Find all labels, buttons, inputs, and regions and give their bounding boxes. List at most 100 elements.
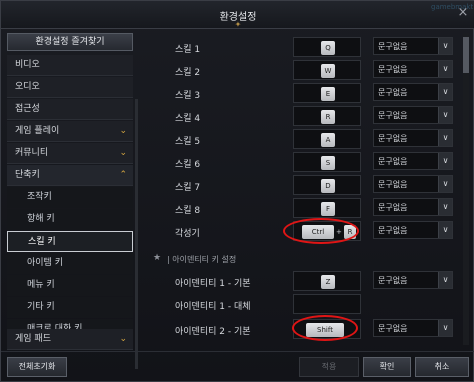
action-dropdown[interactable]: 문구없음 ∨ xyxy=(373,221,453,239)
close-icon[interactable]: × xyxy=(453,3,473,23)
key-slot[interactable]: E xyxy=(293,83,361,103)
chevron-down-icon[interactable]: ∨ xyxy=(438,38,452,54)
sidebar-item-label: 게임 플레이 xyxy=(15,126,60,136)
identity-section-header: ★ | 아이덴티티 키 설정 xyxy=(153,253,453,267)
action-dropdown[interactable]: 문구없음 ∨ xyxy=(373,271,453,289)
action-dropdown[interactable]: 문구없음 ∨ xyxy=(373,83,453,101)
keybind-row: 스킬 6 S 문구없음 ∨ xyxy=(145,152,461,174)
chevron-down-icon[interactable]: ∨ xyxy=(438,272,452,288)
key-cap: E xyxy=(321,87,335,101)
row-label: 스킬 1 xyxy=(175,45,201,55)
key-cap: Z xyxy=(321,275,335,289)
dropdown-value: 문구없음 xyxy=(378,134,408,143)
sidebar-item-label: 비디오 xyxy=(15,60,40,70)
titlebar: 환경설정 ✦ gamebmakt × xyxy=(1,1,474,29)
highlight-circle xyxy=(283,218,359,244)
bottom-bar: 전체초기화 적용 확인 취소 xyxy=(1,351,474,382)
sidebar-subitem-item-keys[interactable]: 아이템 키 xyxy=(7,253,133,274)
dropdown-value: 문구없음 xyxy=(378,65,408,74)
sidebar-item-label: 오디오 xyxy=(15,82,40,92)
sidebar-item-gamepad[interactable]: 게임 패드 ⌄ xyxy=(7,329,133,350)
row-label: 각성기 xyxy=(175,229,200,239)
sidebar-item-label: 게임 패드 xyxy=(15,334,51,344)
sidebar-scrollbar[interactable] xyxy=(135,99,138,369)
action-dropdown[interactable]: 문구없음 ∨ xyxy=(373,175,453,193)
sidebar-item-audio[interactable]: 오디오 xyxy=(7,77,133,98)
keybind-row: 스킬 1 Q 문구없음 ∨ xyxy=(145,37,461,59)
chevron-down-icon[interactable]: ∨ xyxy=(438,61,452,77)
action-dropdown[interactable]: 문구없음 ∨ xyxy=(373,60,453,78)
sidebar-item-label: 커뮤니티 xyxy=(15,148,49,158)
keybinding-panel: 스킬 1 Q 문구없음 ∨ 스킬 2 W 문구없음 ∨ 스킬 3 E 문구없음 ∨ 스… xyxy=(145,33,473,345)
section-label: | 아이덴티티 키 설정 xyxy=(167,255,237,264)
key-cap: A xyxy=(321,133,335,147)
dropdown-value: 문구없음 xyxy=(378,111,408,120)
favorites-button[interactable]: 환경설정 즐겨찾기 xyxy=(7,33,133,51)
chevron-down-icon: ⌄ xyxy=(119,126,127,136)
key-slot[interactable]: D xyxy=(293,175,361,195)
cancel-button[interactable]: 취소 xyxy=(415,357,469,377)
sidebar-item-community[interactable]: 커뮤니티 ⌄ xyxy=(7,143,133,164)
key-slot[interactable]: R xyxy=(293,106,361,126)
key-slot[interactable]: Q xyxy=(293,37,361,57)
key-cap: W xyxy=(321,64,335,78)
row-label: 아이덴티티 1 - 기본 xyxy=(175,279,251,289)
keybind-row: 아이덴티티 1 - 대체 xyxy=(145,294,461,316)
keybind-row: 스킬 5 A 문구없음 ∨ xyxy=(145,129,461,151)
chevron-down-icon[interactable]: ∨ xyxy=(438,222,452,238)
row-label: 스킬 6 xyxy=(175,160,201,170)
sidebar-item-shortcuts[interactable]: 단축키 ⌃ xyxy=(7,165,133,186)
sidebar: 환경설정 즐겨찾기 비디오 오디오 접근성 게임 플레이 ⌄ 커뮤니티 ⌄ 단축키 ⌃… xyxy=(7,33,138,369)
dropdown-value: 문구없음 xyxy=(378,42,408,51)
sidebar-item-video[interactable]: 비디오 xyxy=(7,55,133,76)
sidebar-item-gameplay[interactable]: 게임 플레이 ⌄ xyxy=(7,121,133,142)
key-cap: R xyxy=(321,110,335,124)
action-dropdown[interactable]: 문구없음 ∨ xyxy=(373,106,453,124)
dropdown-value: 문구없음 xyxy=(378,226,408,235)
row-label: 스킬 2 xyxy=(175,68,201,78)
action-dropdown[interactable]: 문구없음 ∨ xyxy=(373,319,453,337)
keybind-row: 스킬 8 F 문구없음 ∨ xyxy=(145,198,461,220)
row-label: 스킬 5 xyxy=(175,137,201,147)
action-dropdown[interactable]: 문구없음 ∨ xyxy=(373,152,453,170)
row-label: 아이덴티티 2 - 기본 xyxy=(175,327,251,337)
key-slot[interactable]: S xyxy=(293,152,361,172)
key-slot[interactable] xyxy=(293,294,361,314)
highlight-circle xyxy=(292,315,358,341)
panel-scrollbar[interactable] xyxy=(463,33,469,345)
key-slot[interactable]: W xyxy=(293,60,361,80)
panel-scroll-thumb[interactable] xyxy=(463,37,469,73)
chevron-down-icon[interactable]: ∨ xyxy=(438,107,452,123)
key-cap: S xyxy=(321,156,335,170)
sidebar-item-label: 단축키 xyxy=(15,170,40,180)
sidebar-item-accessibility[interactable]: 접근성 xyxy=(7,99,133,120)
key-slot[interactable]: Z xyxy=(293,271,361,291)
row-label: 스킬 8 xyxy=(175,206,201,216)
ok-button[interactable]: 확인 xyxy=(363,357,411,377)
action-dropdown[interactable]: 문구없음 ∨ xyxy=(373,129,453,147)
sidebar-subitem-controls[interactable]: 조작키 xyxy=(7,187,133,208)
chevron-down-icon[interactable]: ∨ xyxy=(438,130,452,146)
chevron-down-icon[interactable]: ∨ xyxy=(438,320,452,336)
chevron-down-icon: ⌄ xyxy=(119,334,127,344)
dropdown-value: 문구없음 xyxy=(378,203,408,212)
chevron-down-icon[interactable]: ∨ xyxy=(438,199,452,215)
chevron-down-icon[interactable]: ∨ xyxy=(438,153,452,169)
row-label: 스킬 4 xyxy=(175,114,201,124)
sidebar-subitem-skill-keys[interactable]: 스킬 키 xyxy=(7,231,133,252)
sidebar-subitem-other-keys[interactable]: 기타 키 xyxy=(7,297,133,318)
sidebar-subitem-menu-keys[interactable]: 메뉴 키 xyxy=(7,275,133,296)
action-dropdown[interactable]: 문구없음 ∨ xyxy=(373,198,453,216)
key-slot[interactable]: F xyxy=(293,198,361,218)
keybind-row: 스킬 4 R 문구없음 ∨ xyxy=(145,106,461,128)
reset-all-button[interactable]: 전체초기화 xyxy=(7,357,67,377)
action-dropdown[interactable]: 문구없음 ∨ xyxy=(373,37,453,55)
chevron-down-icon[interactable]: ∨ xyxy=(438,84,452,100)
chevron-down-icon[interactable]: ∨ xyxy=(438,176,452,192)
sidebar-subitem-sailing[interactable]: 항해 키 xyxy=(7,209,133,230)
ornament-icon: ✦ xyxy=(234,20,242,29)
dropdown-value: 문구없음 xyxy=(378,324,408,333)
key-slot[interactable]: A xyxy=(293,129,361,149)
apply-button[interactable]: 적용 xyxy=(299,357,359,377)
keybind-row: 스킬 2 W 문구없음 ∨ xyxy=(145,60,461,82)
